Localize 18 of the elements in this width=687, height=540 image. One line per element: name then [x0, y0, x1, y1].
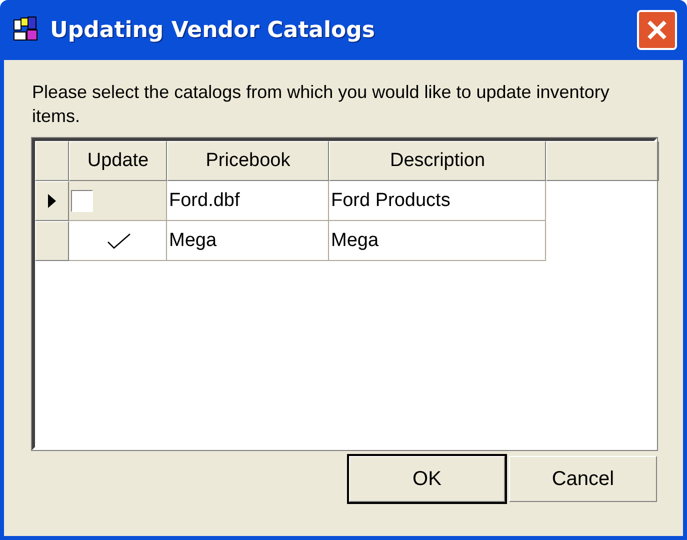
instruction-text: Please select the catalogs from which you would like to update inventory items.: [32, 81, 610, 128]
table-cell: Mega: [331, 230, 379, 252]
checkmark-icon[interactable]: [106, 232, 130, 248]
table-cell: Ford Products: [331, 190, 450, 212]
table-cell: Ford.dbf: [169, 190, 240, 212]
row-header[interactable]: [35, 181, 69, 221]
close-button[interactable]: [637, 10, 677, 50]
column-header[interactable]: Pricebook: [167, 141, 329, 181]
column-header[interactable]: Description: [329, 141, 546, 181]
corner-header: [35, 141, 69, 181]
cancel-button[interactable]: Cancel: [509, 456, 657, 502]
table-cell: Mega: [169, 230, 217, 252]
window-title: Updating Vendor Catalogs: [50, 18, 376, 42]
checkbox[interactable]: [71, 190, 93, 212]
column-header[interactable]: Update: [69, 141, 167, 181]
current-row-icon: [48, 194, 56, 208]
ok-button[interactable]: OK: [349, 456, 505, 502]
close-icon: [646, 19, 668, 41]
